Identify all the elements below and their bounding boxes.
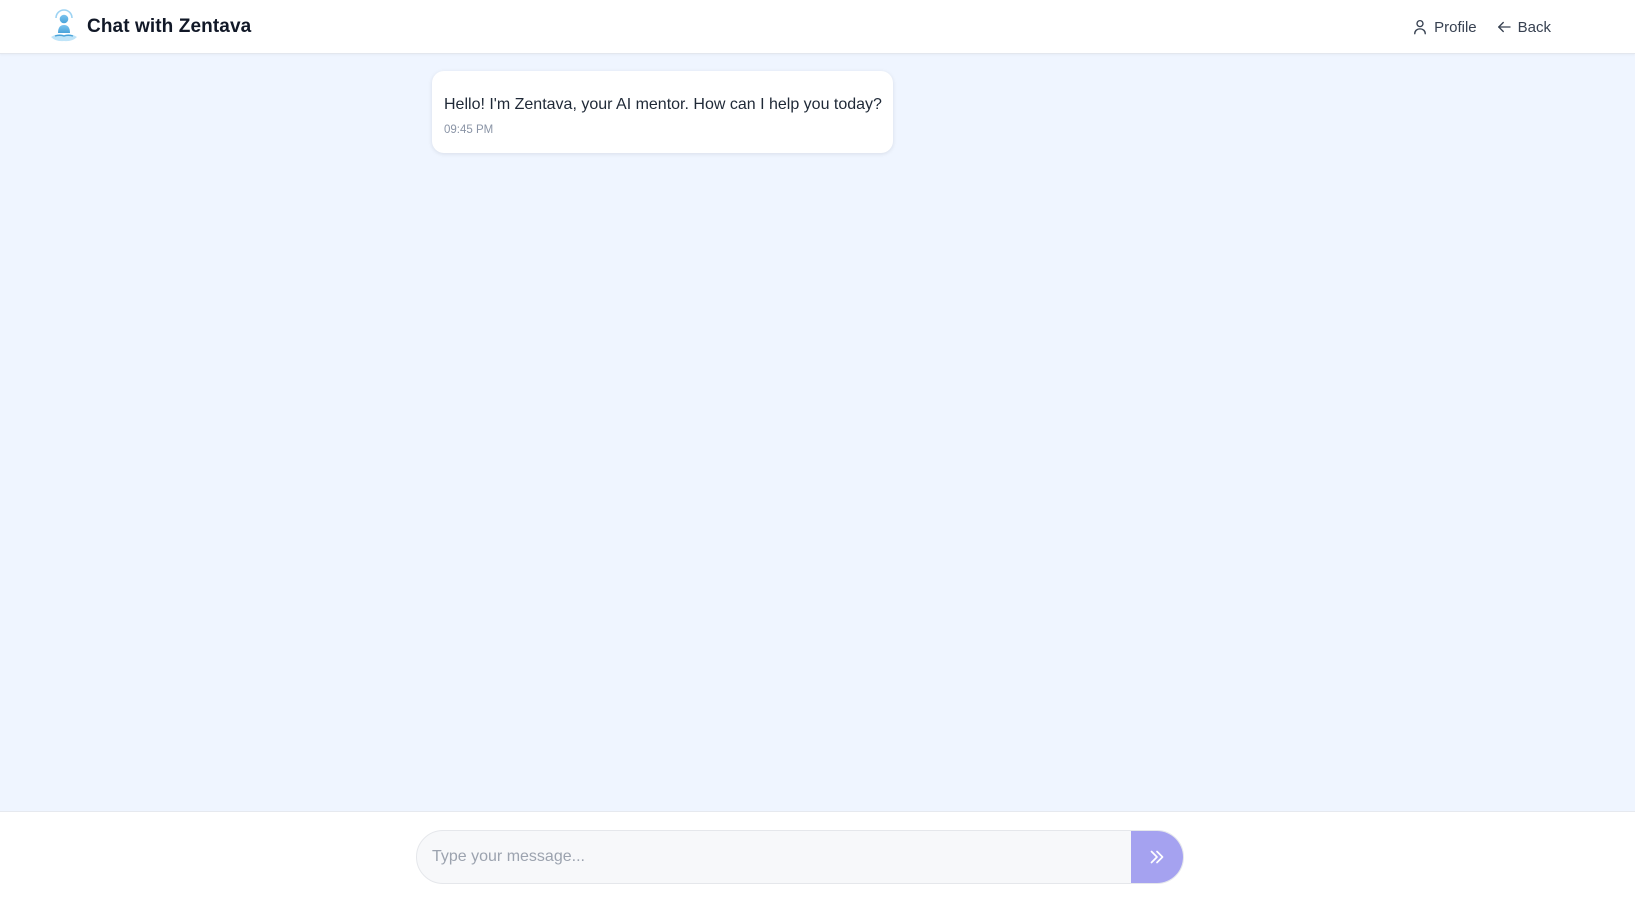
arrow-left-icon — [1497, 21, 1511, 33]
user-icon — [1414, 19, 1427, 35]
double-chevron-right-icon — [1150, 850, 1164, 864]
message-timestamp: 09:45 PM — [444, 124, 494, 136]
message-input[interactable] — [417, 831, 1131, 883]
app-header: Chat with Zentava Profile Back — [0, 0, 1635, 54]
back-label: Back — [1517, 18, 1551, 36]
meditating-person-logo-icon — [51, 9, 77, 42]
page-title: Chat with Zentava — [87, 16, 252, 37]
brand: Chat with Zentava — [48, 9, 251, 45]
message-list[interactable]: Hello! I'm Zentava, your AI mentor. How … — [0, 54, 1635, 811]
profile-label: Profile — [1434, 18, 1477, 36]
back-link[interactable]: Back — [1495, 18, 1551, 36]
composer — [0, 811, 1635, 899]
send-button[interactable] — [1131, 831, 1183, 883]
assistant-message: Hello! I'm Zentava, your AI mentor. How … — [432, 71, 893, 153]
message-input-wrapper — [416, 830, 1184, 884]
header-nav: Profile Back — [1411, 0, 1551, 54]
profile-link[interactable]: Profile — [1411, 18, 1477, 36]
message-text: Hello! I'm Zentava, your AI mentor. How … — [444, 96, 882, 113]
